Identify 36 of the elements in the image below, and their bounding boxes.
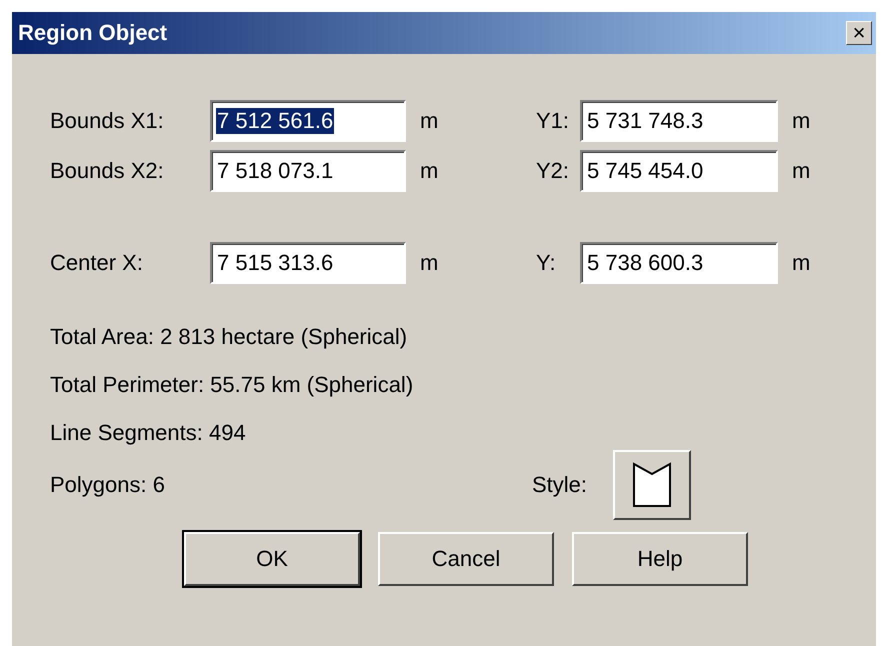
coordinate-field[interactable]: 5 738 600.3 <box>580 242 778 284</box>
unit-label: m <box>791 250 812 276</box>
stat-text: Total Area: 2 813 hectare (Spherical) <box>50 324 408 350</box>
field-label: Y: <box>536 250 557 276</box>
field-label: Y1: <box>536 108 570 134</box>
unit-label: m <box>419 250 440 276</box>
style-button[interactable] <box>613 450 692 520</box>
stat-text: Total Perimeter: 55.75 km (Spherical) <box>50 372 414 398</box>
region-style-icon <box>632 462 672 508</box>
coordinate-field[interactable]: 7 512 561.6 <box>210 100 406 142</box>
coordinate-field[interactable]: 5 731 748.3 <box>580 100 778 142</box>
field-label: Bounds X2: <box>50 158 165 184</box>
close-button[interactable]: × <box>846 21 872 45</box>
stat-text: Line Segments: 494 <box>50 420 247 446</box>
dialog-button[interactable]: OK <box>184 532 360 586</box>
unit-label: m <box>419 108 440 134</box>
coordinate-field[interactable]: 7 518 073.1 <box>210 150 406 192</box>
dialog-button[interactable]: Help <box>572 532 748 586</box>
coordinate-field[interactable]: 5 745 454.0 <box>580 150 778 192</box>
coordinate-field[interactable]: 7 515 313.6 <box>210 242 406 284</box>
field-label: Y2: <box>536 158 570 184</box>
dialog-button[interactable]: Cancel <box>378 532 554 586</box>
stat-text: Polygons: 6 <box>50 472 166 498</box>
field-value: 7 515 313.6 <box>216 250 334 276</box>
field-value: 5 738 600.3 <box>586 250 704 276</box>
field-value: 5 745 454.0 <box>586 158 704 184</box>
field-label: Center X: <box>50 250 144 276</box>
unit-label: m <box>791 158 812 184</box>
field-value: 5 731 748.3 <box>586 108 704 134</box>
style-label: Style: <box>532 472 588 498</box>
unit-label: m <box>419 158 440 184</box>
field-value: 7 518 073.1 <box>216 158 334 184</box>
unit-label: m <box>791 108 812 134</box>
field-value: 7 512 561.6 <box>216 108 334 134</box>
window-title: Region Object <box>18 20 168 46</box>
field-label: Bounds X1: <box>50 108 165 134</box>
